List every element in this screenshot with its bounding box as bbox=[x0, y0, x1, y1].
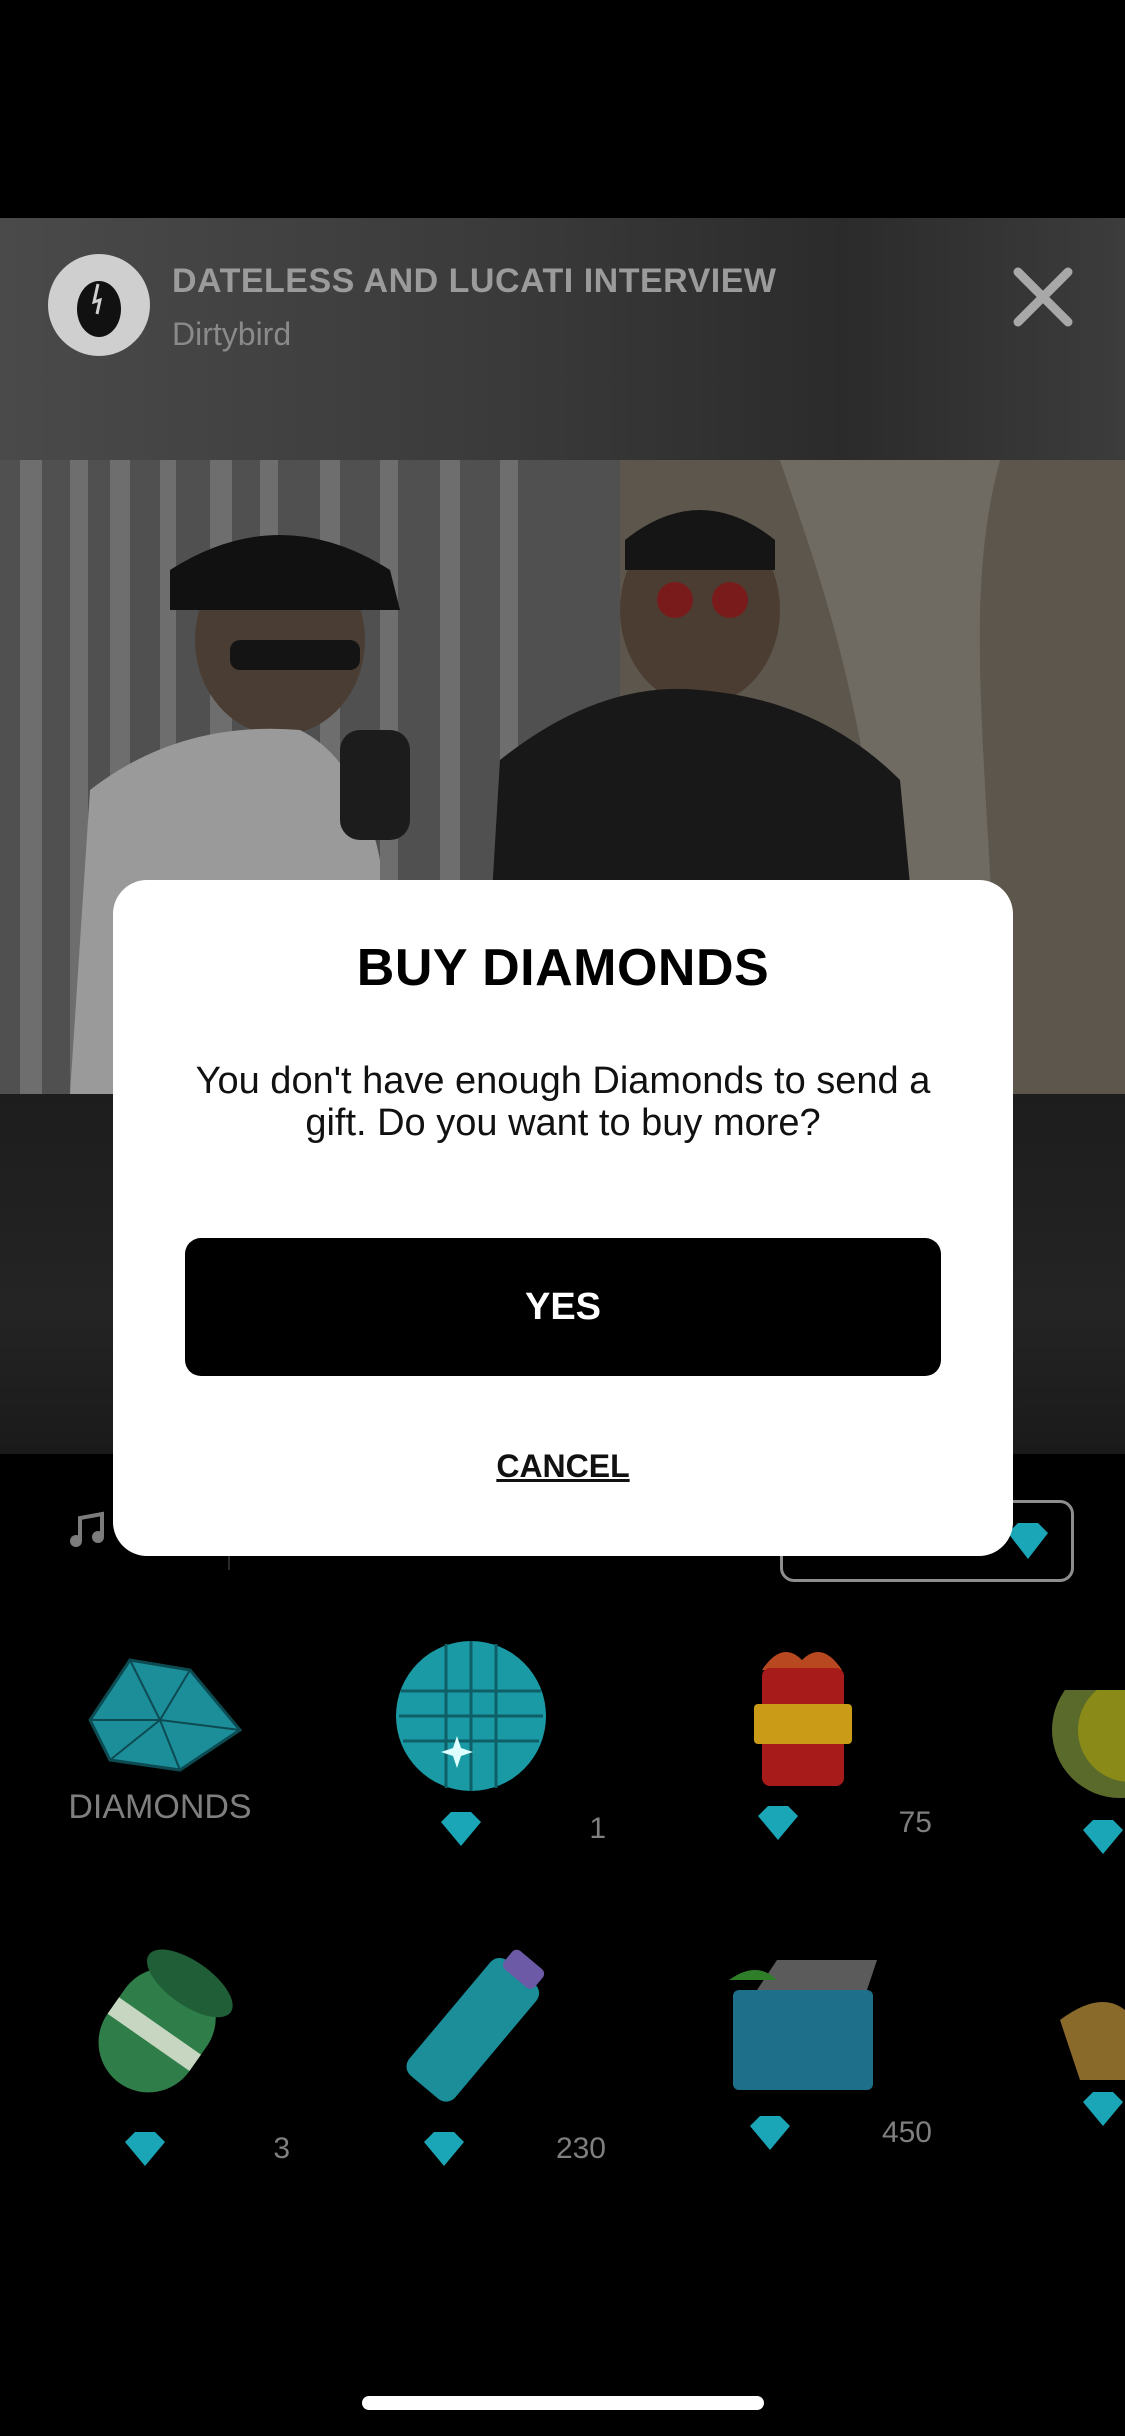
gift-price: 3 bbox=[30, 2130, 290, 2168]
gift-price: 230 bbox=[346, 2130, 606, 2168]
diamond-icon bbox=[1083, 1820, 1123, 1854]
close-button[interactable] bbox=[1008, 262, 1078, 332]
home-indicator[interactable] bbox=[362, 2396, 764, 2410]
hot-chips-icon bbox=[754, 1652, 852, 1786]
gift-partial[interactable] bbox=[1040, 1980, 1125, 2130]
gift-money-roll[interactable]: 3 bbox=[30, 1936, 290, 2168]
gift-trash[interactable]: 450 bbox=[672, 1950, 932, 2152]
dumpster-icon bbox=[729, 1960, 877, 2090]
yes-button[interactable]: YES bbox=[185, 1238, 941, 1376]
gift-thirsty-can[interactable]: 230 bbox=[346, 1936, 606, 2168]
gift-hot-chips[interactable]: 75 bbox=[672, 1640, 932, 1842]
money-roll-icon bbox=[98, 1949, 233, 2093]
diamond-icon bbox=[440, 1812, 481, 1846]
dialog-message: You don't have enough Diamonds to send a… bbox=[195, 1060, 931, 1144]
gift-label: DIAMONDS bbox=[68, 1788, 252, 1826]
video-title: DATELESS AND LUCATI INTERVIEW bbox=[172, 262, 777, 300]
gift-disco-ball[interactable]: 1 bbox=[346, 1636, 606, 1848]
diamond-icon bbox=[1083, 2092, 1123, 2126]
spray-can-icon bbox=[406, 1949, 545, 2102]
channel-avatar[interactable] bbox=[48, 254, 150, 356]
music-note-icon bbox=[70, 1511, 104, 1547]
gift-diamonds[interactable]: DIAMONDS bbox=[30, 1640, 290, 1827]
music-tab[interactable] bbox=[68, 1510, 108, 1550]
channel-name[interactable]: Dirtybird bbox=[172, 316, 291, 353]
gift-price: 450 bbox=[672, 2114, 932, 2152]
diamond-icon bbox=[749, 2116, 790, 2150]
smiley-globe-icon bbox=[1052, 1662, 1125, 1798]
cancel-button[interactable]: CANCEL bbox=[113, 1448, 1013, 1485]
disco-ball-icon bbox=[396, 1641, 546, 1791]
diamond-icon bbox=[758, 1806, 799, 1840]
bowl-icon bbox=[1060, 2002, 1125, 2080]
egg-logo-icon bbox=[77, 281, 121, 337]
gift-price: 75 bbox=[672, 1804, 932, 1842]
diamond-icon bbox=[124, 2132, 165, 2166]
gift-price: 1 bbox=[346, 1810, 606, 1848]
gift-globe-partial[interactable] bbox=[1040, 1662, 1125, 1854]
video-header bbox=[0, 218, 1125, 460]
close-icon bbox=[1013, 267, 1073, 327]
diamond-pile-icon bbox=[88, 1658, 243, 1772]
buy-diamonds-dialog: BUY DIAMONDS You don't have enough Diamo… bbox=[113, 880, 1013, 1556]
dialog-title: BUY DIAMONDS bbox=[356, 939, 770, 997]
diamond-icon bbox=[423, 2132, 464, 2166]
